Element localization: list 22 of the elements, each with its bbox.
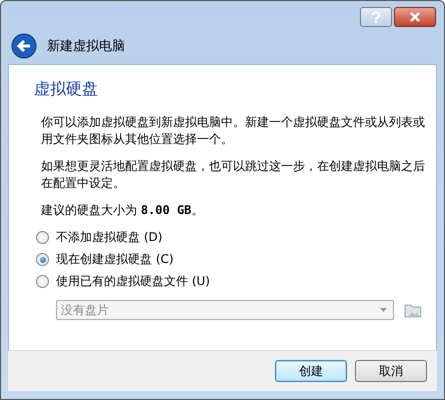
dropdown-arrow-icon (380, 308, 388, 312)
close-icon (409, 12, 421, 22)
close-button[interactable] (394, 7, 436, 27)
radio-option[interactable]: 现在创建虚拟硬盘 (C) (36, 251, 422, 268)
radio-option[interactable]: 不添加虚拟硬盘 (D) (36, 229, 422, 246)
option-label: 不添加虚拟硬盘 (D) (56, 229, 162, 246)
description-text: 你可以添加虚拟硬盘到新虚拟电脑中。新建一个虚拟硬盘文件或从列表或用文件夹图标从其他位置选择一个。 (40, 114, 426, 148)
folder-icon[interactable] (404, 302, 422, 318)
size-note: 建议的硬盘大小为 8.00 GB。 (40, 202, 204, 219)
help-button[interactable] (360, 7, 392, 27)
radio-icon[interactable] (36, 231, 49, 244)
option-label: 使用已有的虚拟硬盘文件 (U) (56, 273, 210, 290)
page-heading: 虚拟硬盘 (34, 79, 99, 100)
description-text: 如果想更灵活地配置虚拟硬盘，也可以跳过这一步，在创建虚拟电脑之后在配置中设定。 (40, 158, 426, 192)
option-label: 现在创建虚拟硬盘 (C) (56, 251, 174, 268)
radio-option[interactable]: 使用已有的虚拟硬盘文件 (U) (36, 273, 422, 290)
radio-icon[interactable] (36, 275, 49, 288)
dialog-button[interactable]: 创建 (275, 360, 347, 382)
radio-icon[interactable] (36, 253, 49, 266)
question-mark-icon (371, 11, 381, 23)
window-title: 新建虚拟电脑 (47, 38, 125, 54)
dialog-button[interactable]: 取消 (355, 360, 427, 382)
